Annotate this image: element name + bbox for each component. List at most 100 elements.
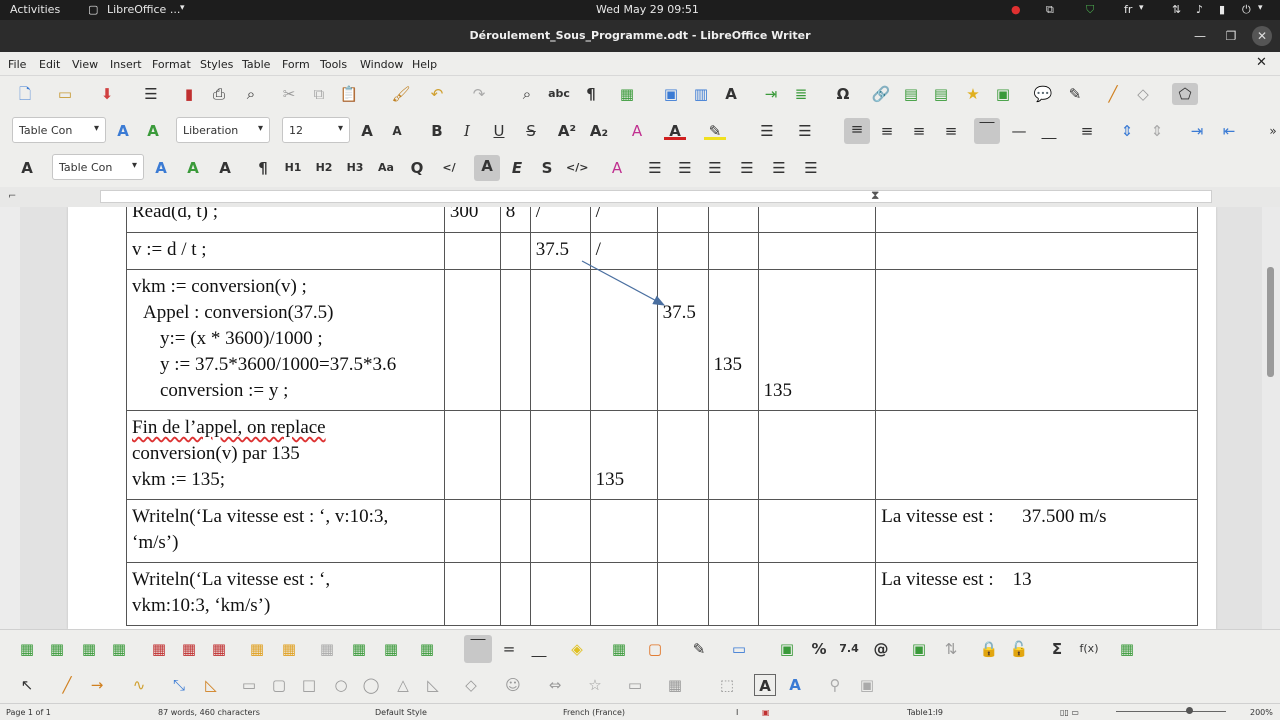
clock[interactable]: Wed May 29 09:51 [596,3,699,16]
sidebar-style-box[interactable]: Table Con ▾ [52,154,144,180]
shadow-icon[interactable]: ▣ [856,674,878,696]
autoformat-styles-icon[interactable]: ▦ [608,638,630,660]
highlight-icon[interactable]: ✎ [704,120,726,140]
decrease-paragraph-spacing-icon[interactable]: ⇕ [1146,120,1168,142]
menu-view[interactable]: View [72,58,98,71]
menu-format[interactable]: Format [152,58,191,71]
table-properties-icon[interactable]: ▦ [1116,638,1138,660]
default-character-icon[interactable]: A [474,155,500,181]
list-bullet-icon[interactable]: ☰ [644,157,666,179]
unprotect-cells-icon[interactable]: 🔓 [1008,638,1030,660]
circle-icon[interactable]: ◯ [360,674,382,696]
insert-columns-after-icon[interactable]: ▦ [108,638,130,660]
triangle-icon[interactable]: △ [392,674,414,696]
cross-reference-icon[interactable]: ▣ [992,83,1014,105]
justify-icon[interactable]: ≡ [940,120,962,142]
align-top-icon[interactable]: ⎺ [974,118,1000,144]
formula-icon[interactable]: f(x) [1078,638,1100,660]
no-character-style-icon[interactable]: A [606,157,628,179]
insert-rows-above-icon[interactable]: ▦ [16,638,38,660]
rectangle-icon[interactable]: ▭ [238,674,260,696]
preformatted-text-icon[interactable]: </ [438,157,460,179]
flowchart-icon[interactable]: ▦ [664,674,686,696]
comment-icon[interactable]: 💬 [1032,83,1054,105]
new-style-icon[interactable]: A [182,157,204,179]
list-number-icon[interactable]: ☰ [674,157,696,179]
list-style-icon[interactable]: ☰ [768,157,790,179]
bookmark-icon[interactable]: ★ [962,83,984,105]
character-style-icon[interactable]: A [214,157,236,179]
maximize-button[interactable]: ❐ [1221,26,1241,46]
line-icon[interactable]: ╱ [1102,83,1124,105]
insert-rows-below-icon[interactable]: ▦ [46,638,68,660]
line-spacing-icon[interactable]: ≡ [1076,120,1098,142]
power-icon[interactable]: ⏻ [1242,3,1251,17]
dropbox-icon[interactable]: ⧉ [1046,3,1054,17]
activities-button[interactable]: Activities [10,3,60,16]
optimize-size-icon[interactable]: ▦ [416,638,438,660]
stars-icon[interactable]: ☆ [584,674,606,696]
increase-indent-icon[interactable]: ⇥ [1186,120,1208,142]
insert-text-box-icon[interactable]: A [754,674,776,696]
subscript-icon[interactable]: A₂ [588,120,610,142]
network-icon[interactable]: ⇅ [1172,3,1181,16]
menu-edit[interactable]: Edit [39,58,60,71]
align-right-icon[interactable]: ≡ [908,120,930,142]
scrollbar-thumb[interactable] [1267,267,1274,377]
save-icon[interactable]: ⬇ [96,83,118,105]
new-style-icon[interactable]: A [142,120,164,142]
menu-insert[interactable]: Insert [110,58,142,71]
app-menu[interactable]: LibreOffice ... [107,3,180,16]
align-center-icon[interactable]: ≡ [876,120,898,142]
template-icon[interactable]: ☰ [140,83,162,105]
export-pdf-icon[interactable]: ▮ [178,83,200,105]
paragraph-mark-icon[interactable]: ¶ [252,157,274,179]
zoom-level[interactable]: 200% [1250,708,1273,717]
text-body-icon[interactable]: Aa [375,157,397,179]
border-style-icon[interactable]: ✎ [688,638,710,660]
document-area[interactable]: Read(d, t) ; 300 8 / / v := d / t ; 37.5… [0,207,1262,629]
open-folder-icon[interactable]: ▭ [54,83,76,105]
record-icon[interactable]: ● [1011,3,1021,16]
connector-icon[interactable]: ⤡ [168,674,190,696]
square-icon[interactable]: □ [298,674,320,696]
menu-table[interactable]: Table [242,58,270,71]
paragraph-style-box[interactable]: Table Con ▾ [12,117,106,143]
font-size-box[interactable]: 12 ▾ [282,117,350,143]
special-character-icon[interactable]: Ω [832,83,854,105]
strong-emphasis-icon[interactable]: S [536,157,558,179]
increase-paragraph-spacing-icon[interactable]: ⇕ [1116,120,1138,142]
toggle-extrusion-icon[interactable]: ⚲ [824,674,846,696]
undo-icon[interactable]: ↶ [426,83,448,105]
insert-mode-icon[interactable]: Ⅰ [736,708,738,717]
view-layout-icon[interactable]: ▯▯ ▭ [1060,708,1079,717]
zoom-slider-thumb[interactable] [1186,707,1193,714]
no-list-icon[interactable]: ☰ [800,157,822,179]
menu-help[interactable]: Help [412,58,437,71]
print-preview-icon[interactable]: ⌕ [240,83,262,105]
split-table-icon[interactable]: ▦ [380,638,402,660]
insert-chart-icon[interactable]: ▥ [690,83,712,105]
delete-rows-icon[interactable]: ▦ [148,638,170,660]
heading2-icon[interactable]: H2 [313,157,335,179]
sort-icon[interactable]: ⇅ [940,638,962,660]
find-replace-icon[interactable]: ⌕ [516,83,538,105]
underline-icon[interactable]: U [488,120,510,142]
insert-field-icon[interactable]: ≣ [790,83,812,105]
menu-tools[interactable]: Tools [320,58,347,71]
callouts-icon[interactable]: ▭ [624,674,646,696]
points-icon[interactable]: ⬚ [716,674,738,696]
cell-reference[interactable]: Table1:I9 [907,708,943,717]
fontwork-icon[interactable]: A [784,674,806,696]
menu-form[interactable]: Form [282,58,310,71]
style-icon[interactable]: A [16,157,38,179]
copy-icon[interactable]: ⧉ [308,83,330,105]
document-page[interactable]: Read(d, t) ; 300 8 / / v := d / t ; 37.5… [68,207,1216,629]
center-vertically-icon[interactable]: — [1008,120,1030,142]
bullet-list-icon[interactable]: ☰ [756,120,778,142]
insert-table-icon[interactable]: ▦ [616,83,638,105]
spelling-icon[interactable]: abc [548,83,570,105]
select-icon[interactable]: ↖ [16,674,38,696]
strikethrough-icon[interactable]: S [520,120,542,142]
footnote-icon[interactable]: ▤ [900,83,922,105]
